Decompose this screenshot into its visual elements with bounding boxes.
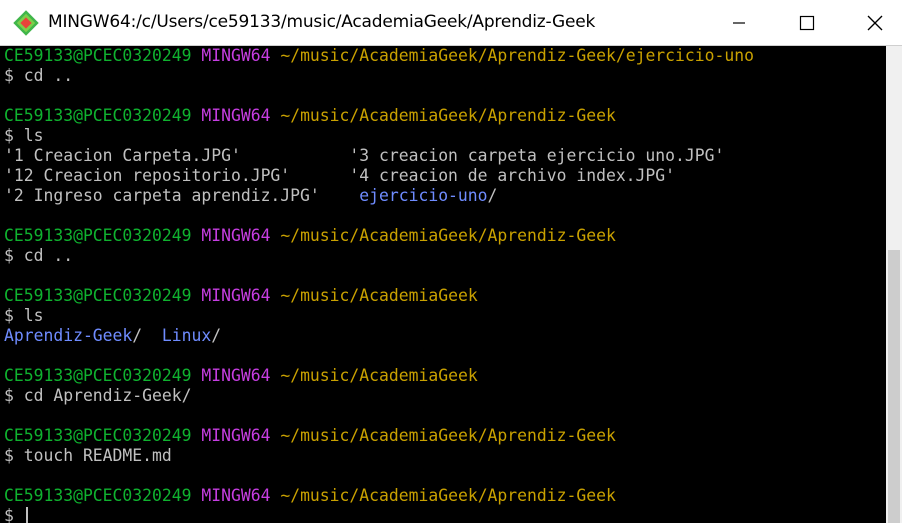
terminal-line: CE59133@PCEC0320249 MINGW64 ~/music/Acad… [4,486,886,506]
prompt-path: ~/music/AcademiaGeek [280,286,478,305]
prompt-system: MINGW64 [201,46,271,65]
terminal-text: '1 Creacion Carpeta.JPG' '3 creacion car… [4,146,725,165]
terminal-text: $ cd .. [4,246,74,265]
terminal-line: CE59133@PCEC0320249 MINGW64 ~/music/Acad… [4,286,886,306]
prompt-system: MINGW64 [201,106,271,125]
window-title: MINGW64:/c/Users/ce59133/music/AcademiaG… [48,12,596,32]
terminal-text: $ cd .. [4,66,74,85]
prompt-user-host: CE59133@PCEC0320249 [4,106,192,125]
terminal-line: $ ls [4,126,886,146]
terminal-line: $ cd Aprendiz-Geek/ [4,386,886,406]
text-cursor [25,507,28,523]
prompt-user-host: CE59133@PCEC0320249 [4,486,192,505]
terminal-line: $ [4,506,886,523]
terminal-text: '12 Creacion repositorio.JPG' '4 creacio… [4,166,676,185]
prompt-user-host: CE59133@PCEC0320249 [4,366,192,385]
prompt-path: ~/music/AcademiaGeek [280,366,478,385]
terminal-line: '12 Creacion repositorio.JPG' '4 creacio… [4,166,886,186]
minimize-button[interactable] [708,0,770,46]
terminal-text: $ ls [4,126,44,145]
terminal-text: $ ls [4,306,44,325]
prompt-system: MINGW64 [201,486,271,505]
maximize-icon [799,15,815,31]
prompt-system: MINGW64 [201,426,271,445]
prompt-path: ~/music/AcademiaGeek/Aprendiz-Geek [280,426,616,445]
terminal-line: $ cd .. [4,246,886,266]
vertical-scrollbar[interactable] [886,46,902,523]
directory-name: ejercicio-uno [359,186,488,205]
terminal-text: / [132,326,162,345]
directory-name: Linux [161,326,212,345]
terminal-text: $ [4,506,24,523]
prompt-path: ~/music/AcademiaGeek/Aprendiz-Geek/ejerc… [280,46,754,65]
terminal-text: / [487,186,498,205]
terminal-line: CE59133@PCEC0320249 MINGW64 ~/music/Acad… [4,226,886,246]
prompt-path: ~/music/AcademiaGeek/Aprendiz-Geek [280,486,616,505]
terminal-line: CE59133@PCEC0320249 MINGW64 ~/music/Acad… [4,426,886,446]
terminal-text: '2 Ingreso carpeta aprendiz.JPG' [4,186,360,205]
terminal-line: $ touch README.md [4,446,886,466]
minimize-icon [733,22,745,24]
prompt-system: MINGW64 [201,226,271,245]
terminal-line: CE59133@PCEC0320249 MINGW64 ~/music/Acad… [4,46,886,66]
prompt-system: MINGW64 [201,366,271,385]
directory-name: Aprendiz-Geek [4,326,133,345]
terminal-line: $ ls [4,306,886,326]
close-button[interactable] [844,0,902,46]
close-icon [867,15,883,31]
prompt-user-host: CE59133@PCEC0320249 [4,46,192,65]
terminal-line: '2 Ingreso carpeta aprendiz.JPG' ejercic… [4,186,886,206]
terminal-output[interactable]: CE59133@PCEC0320249 MINGW64 ~/music/Acad… [0,46,886,523]
title-bar[interactable]: MINGW64:/c/Users/ce59133/music/AcademiaG… [0,0,902,46]
prompt-path: ~/music/AcademiaGeek/Aprendiz-Geek [280,106,616,125]
terminal-window: MINGW64:/c/Users/ce59133/music/AcademiaG… [0,0,902,523]
prompt-user-host: CE59133@PCEC0320249 [4,286,192,305]
prompt-user-host: CE59133@PCEC0320249 [4,226,192,245]
terminal-line: CE59133@PCEC0320249 MINGW64 ~/music/Acad… [4,366,886,386]
git-bash-diamond-icon[interactable] [13,10,39,36]
terminal-line: '1 Creacion Carpeta.JPG' '3 creacion car… [4,146,886,166]
scrollbar-thumb[interactable] [888,250,900,523]
terminal-text: / [211,326,222,345]
terminal-line: Aprendiz-Geek/ Linux/ [4,326,886,346]
maximize-button[interactable] [776,0,838,46]
terminal-text: $ touch README.md [4,446,172,465]
prompt-path: ~/music/AcademiaGeek/Aprendiz-Geek [280,226,616,245]
terminal-line: $ cd .. [4,66,886,86]
terminal-text: $ cd Aprendiz-Geek/ [4,386,192,405]
prompt-system: MINGW64 [201,286,271,305]
terminal-line: CE59133@PCEC0320249 MINGW64 ~/music/Acad… [4,106,886,126]
prompt-user-host: CE59133@PCEC0320249 [4,426,192,445]
